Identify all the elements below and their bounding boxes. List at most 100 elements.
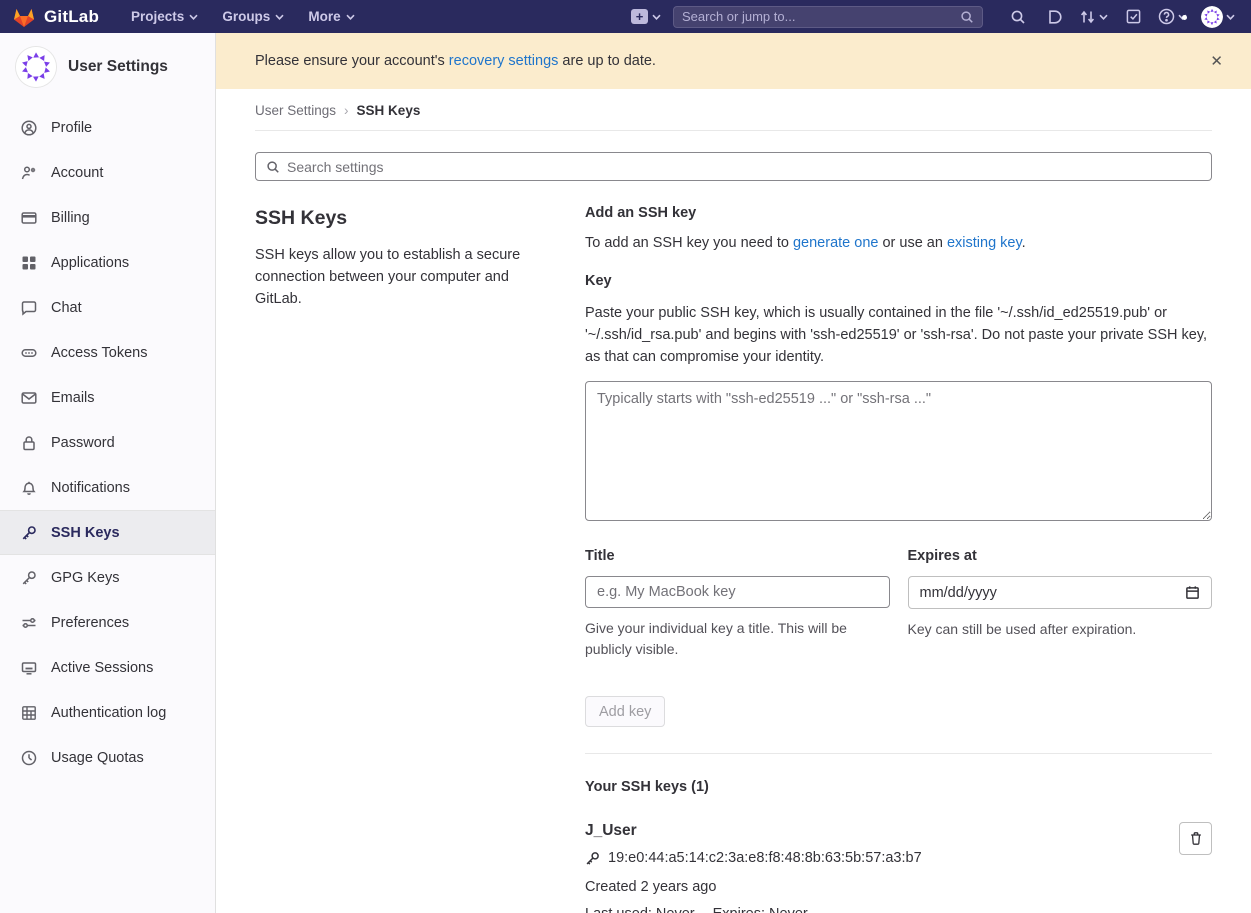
plus-icon: + [631, 9, 648, 24]
sidebar-item-label: SSH Keys [51, 525, 120, 541]
sidebar-item-preferences[interactable]: Preferences [0, 600, 215, 645]
sidebar-item-label: Password [51, 435, 115, 451]
sidebar-item-password[interactable]: Password [0, 420, 215, 465]
generate-one-link[interactable]: generate one [793, 235, 878, 251]
section-divider [585, 753, 1212, 754]
sidebar-header: User Settings [0, 33, 215, 99]
settings-search[interactable] [255, 152, 1212, 181]
key-expires: Expires: Never [713, 906, 808, 913]
nav-groups-label: Groups [222, 9, 270, 24]
sidebar-item-emails[interactable]: Emails [0, 375, 215, 420]
sidebar-item-label: Applications [51, 255, 129, 271]
main-content: Please ensure your account's recovery se… [216, 33, 1251, 913]
intro-post: . [1022, 235, 1026, 251]
gitlab-fox-icon [12, 5, 36, 28]
existing-key-link[interactable]: existing key [947, 235, 1022, 251]
breadcrumb: User Settings › SSH Keys [255, 89, 1212, 131]
sidebar-item-access-tokens[interactable]: Access Tokens [0, 330, 215, 375]
account-icon [21, 165, 37, 181]
chevron-down-icon [652, 14, 661, 20]
password-icon [21, 435, 37, 451]
sidebar-item-label: Billing [51, 210, 90, 226]
expires-label: Expires at [908, 548, 1213, 564]
sidebar-item-label: Active Sessions [51, 660, 153, 676]
global-search[interactable] [673, 6, 983, 28]
sidebar-item-label: Notifications [51, 480, 130, 496]
breadcrumb-parent[interactable]: User Settings [255, 103, 336, 118]
nav-more[interactable]: More [298, 0, 364, 33]
sidebar-item-usage-quotas[interactable]: Usage Quotas [0, 735, 215, 780]
chevron-down-icon [346, 14, 355, 20]
settings-search-input[interactable] [287, 159, 1201, 175]
todo-check-icon [1126, 9, 1141, 24]
alert-text-post: are up to date. [558, 53, 656, 69]
sidebar-item-label: GPG Keys [51, 570, 120, 586]
sidebar-item-active-sessions[interactable]: Active Sessions [0, 645, 215, 690]
sidebar-item-billing[interactable]: Billing [0, 195, 215, 240]
issues-button[interactable] [1039, 0, 1069, 33]
key-created: Created 2 years ago [585, 879, 1179, 895]
search-icon [266, 160, 280, 174]
authentication-log-icon [21, 705, 37, 721]
expires-date-input[interactable]: mm/dd/yyyy [908, 576, 1213, 609]
ssh-key-list-item: J_User 19:e0:44:a5:14:c2:3a:e8:f8:48:8b:… [585, 822, 1212, 913]
new-menu-button[interactable]: + [625, 9, 667, 24]
recovery-settings-alert: Please ensure your account's recovery se… [216, 33, 1251, 89]
gitlab-logo[interactable]: GitLab [12, 5, 99, 28]
delete-key-button[interactable] [1179, 822, 1212, 855]
top-navbar: GitLab Projects Groups More + [0, 0, 1251, 33]
help-notification-dot [1182, 15, 1187, 20]
brand-name: GitLab [44, 7, 99, 27]
merge-requests-button[interactable] [1075, 9, 1112, 25]
user-settings-avatar [16, 47, 56, 87]
nav-groups[interactable]: Groups [212, 0, 294, 33]
title-help-text: Give your individual key a title. This w… [585, 618, 890, 660]
page-description: SSH keys allow you to establish a secure… [255, 245, 545, 310]
intro-pre: To add an SSH key you need to [585, 235, 793, 251]
calendar-icon[interactable] [1185, 585, 1200, 600]
sidebar-title: User Settings [68, 58, 168, 76]
chat-icon [21, 300, 37, 316]
add-ssh-key-heading: Add an SSH key [585, 205, 1212, 221]
sidebar-item-gpg-keys[interactable]: GPG Keys [0, 555, 215, 600]
ssh-key-textarea[interactable] [585, 381, 1212, 521]
chevron-down-icon [275, 14, 284, 20]
global-search-input[interactable] [682, 9, 960, 24]
search-icon [1010, 9, 1026, 25]
emails-icon [21, 390, 37, 406]
todos-button[interactable] [1118, 0, 1148, 33]
sidebar-item-label: Preferences [51, 615, 129, 631]
trash-icon [1189, 831, 1203, 846]
key-help-text: Paste your public SSH key, which is usua… [585, 303, 1212, 368]
ssh-keys-icon [21, 525, 37, 541]
nav-projects[interactable]: Projects [121, 0, 208, 33]
sidebar-item-label: Profile [51, 120, 92, 136]
nav-projects-label: Projects [131, 9, 184, 24]
access-tokens-icon [21, 345, 37, 361]
nav-more-label: More [308, 9, 340, 24]
billing-icon [21, 210, 37, 226]
title-label: Title [585, 548, 890, 564]
sidebar-item-notifications[interactable]: Notifications [0, 465, 215, 510]
intro-mid: or use an [878, 235, 947, 251]
preferences-icon [21, 615, 37, 631]
section-summary: SSH Keys SSH keys allow you to establish… [255, 205, 545, 913]
sidebar-item-profile[interactable]: Profile [0, 105, 215, 150]
sidebar-item-account[interactable]: Account [0, 150, 215, 195]
user-menu-button[interactable] [1197, 6, 1239, 28]
recovery-settings-link[interactable]: recovery settings [449, 53, 559, 69]
alert-close-icon[interactable]: ✕ [1204, 48, 1229, 74]
sidebar-item-applications[interactable]: Applications [0, 240, 215, 285]
breadcrumb-current: SSH Keys [357, 103, 421, 118]
help-menu-button[interactable] [1154, 8, 1191, 25]
sidebar-item-ssh-keys[interactable]: SSH Keys [0, 510, 215, 555]
sidebar-item-authentication-log[interactable]: Authentication log [0, 690, 215, 735]
key-last-used: Last used: Never [585, 906, 695, 913]
sidebar-item-chat[interactable]: Chat [0, 285, 215, 330]
expires-placeholder: mm/dd/yyyy [920, 585, 997, 601]
search-button[interactable] [1003, 0, 1033, 33]
title-input[interactable] [585, 576, 890, 608]
gpg-keys-icon [21, 570, 37, 586]
add-key-button[interactable]: Add key [585, 696, 665, 727]
sidebar-item-label: Authentication log [51, 705, 166, 721]
